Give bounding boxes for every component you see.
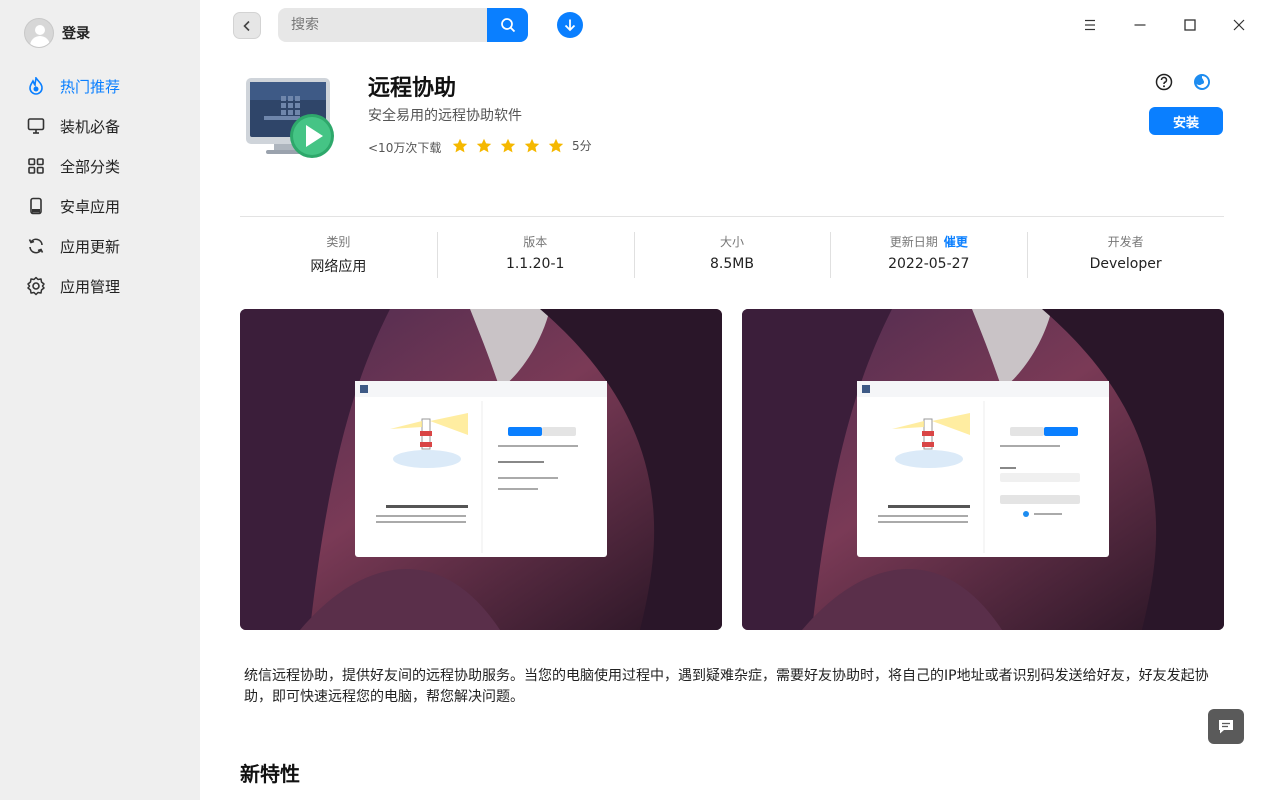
download-count: <10万次下载 — [368, 141, 442, 155]
top-bar — [200, 0, 1264, 50]
user-login[interactable]: 登录 — [24, 18, 90, 48]
maximize-icon — [1184, 19, 1196, 31]
version-value: 1.1.20-1 — [505, 256, 565, 272]
feedback-button[interactable] — [1208, 709, 1244, 744]
grid-icon — [26, 156, 46, 176]
search-input[interactable] — [278, 8, 487, 42]
size-value: 8.5MB — [710, 256, 754, 272]
phone-icon — [26, 196, 46, 216]
chat-icon — [1219, 719, 1233, 733]
search-box — [278, 8, 528, 42]
category-value: 网络应用 — [310, 259, 367, 275]
star-icon — [476, 138, 492, 152]
app-subtitle: 安全易用的远程协助软件 — [368, 108, 522, 124]
app-description: 统信远程协助，提供好友间的远程协助服务。当您的电脑使用过程中，遇到疑难杂症，需要… — [244, 668, 1209, 705]
developer-label: 开发者 — [1107, 235, 1144, 249]
screenshot-2[interactable] — [742, 309, 1224, 630]
sidebar-item-hot[interactable]: 热门推荐 — [0, 66, 200, 106]
minimize-icon — [1134, 24, 1146, 26]
app-title: 远程协助 — [368, 76, 457, 101]
sidebar-item-label: 全部分类 — [60, 157, 121, 176]
star-icon — [524, 138, 540, 152]
download-arrow-icon — [564, 19, 576, 32]
sidebar-item-updates[interactable]: 应用更新 — [0, 226, 200, 266]
monitor-icon — [26, 116, 46, 136]
login-label[interactable]: 登录 — [62, 23, 90, 43]
search-icon — [500, 18, 515, 33]
rating-score: 5分 — [572, 139, 592, 153]
version-label: 版本 — [523, 235, 548, 249]
app-icon — [244, 72, 336, 162]
deepin-logo-icon — [1194, 74, 1210, 90]
close-icon — [1233, 19, 1245, 31]
info-category: 类别 网络应用 — [240, 232, 437, 278]
sidebar-item-label: 应用更新 — [60, 237, 121, 256]
help-icon — [1155, 73, 1173, 91]
sidebar-item-android[interactable]: 安卓应用 — [0, 186, 200, 226]
star-icon — [548, 138, 564, 152]
sidebar-item-label: 应用管理 — [60, 277, 121, 296]
sidebar-nav: 热门推荐 装机必备 全部分类 安卓应用 应用更新 应用管理 — [0, 66, 200, 306]
download-manager-button[interactable] — [557, 12, 583, 38]
star-icon — [452, 138, 468, 152]
info-size: 大小 8.5MB — [633, 232, 831, 278]
deepin-share-button[interactable] — [1193, 73, 1211, 91]
menu-button[interactable] — [1080, 15, 1100, 35]
size-label: 大小 — [719, 235, 744, 249]
refresh-icon — [26, 236, 46, 256]
sidebar-item-label: 装机必备 — [60, 117, 121, 136]
developer-value: Developer — [1089, 256, 1162, 272]
category-label: 类别 — [326, 235, 351, 249]
star-icon — [500, 138, 516, 152]
sidebar-item-essentials[interactable]: 装机必备 — [0, 106, 200, 146]
rating-stars: 5分 — [452, 137, 592, 154]
help-button[interactable] — [1155, 73, 1173, 91]
maximize-button[interactable] — [1180, 15, 1200, 35]
new-features-title: 新特性 — [240, 762, 300, 786]
sidebar-item-manage[interactable]: 应用管理 — [0, 266, 200, 306]
divider — [240, 216, 1224, 217]
sidebar-item-categories[interactable]: 全部分类 — [0, 146, 200, 186]
screenshot-1[interactable] — [240, 309, 722, 630]
sidebar-item-label: 安卓应用 — [60, 197, 121, 216]
urge-update-link[interactable]: 催更 — [944, 235, 968, 249]
gear-icon — [26, 276, 46, 296]
install-button[interactable]: 安装 — [1149, 107, 1223, 135]
date-value: 2022-05-27 — [888, 256, 970, 272]
info-developer: 开发者 Developer — [1027, 232, 1224, 278]
hamburger-menu-icon — [1085, 19, 1095, 31]
chevron-left-icon — [243, 20, 250, 31]
minimize-button[interactable] — [1130, 15, 1150, 35]
info-update-date: 更新日期 催更 2022-05-27 — [830, 232, 1027, 278]
back-button[interactable] — [233, 12, 261, 39]
sidebar-item-label: 热门推荐 — [60, 77, 121, 96]
sidebar: 登录 热门推荐 装机必备 全部分类 安卓应用 应用更新 应用管理 — [0, 0, 200, 800]
search-button[interactable] — [487, 8, 528, 42]
info-version: 版本 1.1.20-1 — [436, 232, 634, 278]
date-label: 更新日期 — [889, 235, 938, 249]
app-info-row: 类别 网络应用 版本 1.1.20-1 大小 8.5MB 更新日期 催更 2022… — [240, 232, 1224, 278]
close-button[interactable] — [1229, 15, 1249, 35]
avatar[interactable] — [24, 18, 54, 48]
fire-icon — [26, 76, 46, 96]
